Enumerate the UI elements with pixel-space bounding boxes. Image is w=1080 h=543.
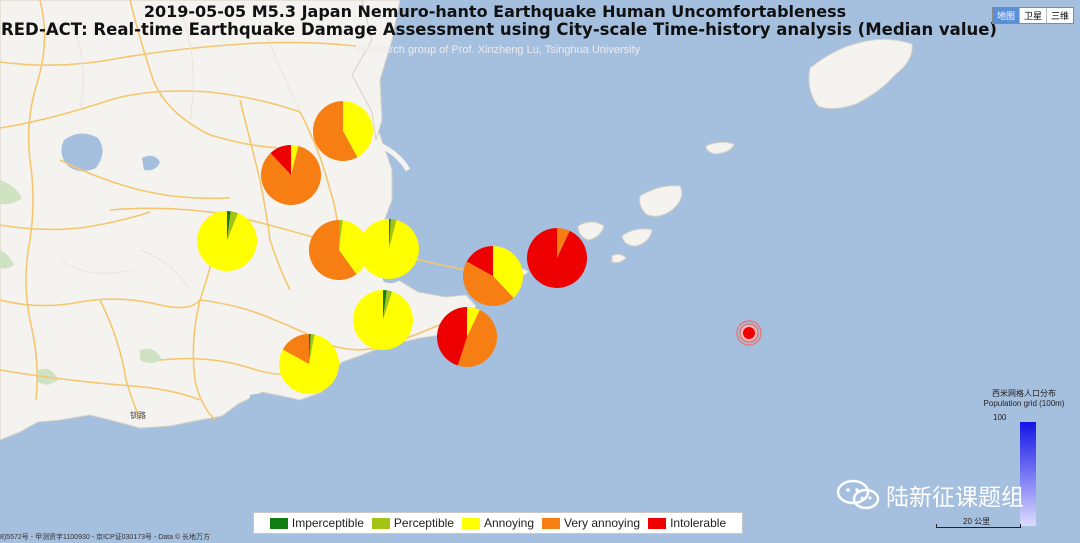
title-line-1: 2019-05-05 M5.3 Japan Nemuro-hanto Earth… xyxy=(143,2,847,21)
basemap[interactable]: 钏路 xyxy=(0,0,1080,543)
legend-item-very-annoying: Very annoying xyxy=(542,516,640,530)
wechat-icon xyxy=(836,479,880,510)
legend-label: Intolerable xyxy=(670,516,727,530)
map-type-button-map[interactable]: 地图 xyxy=(992,8,1020,23)
pie-chart-city-g[interactable] xyxy=(526,228,587,289)
pie-chart-city-c[interactable] xyxy=(197,211,258,271)
population-grid-max-label: 100 xyxy=(993,413,1007,422)
map-type-switcher: 地图 卫星 三维 xyxy=(991,7,1074,24)
pie-chart-city-b[interactable] xyxy=(261,145,322,206)
copyright-text: 8)5572号 - 甲测资字1100930 - 京ICP证030173号 - D… xyxy=(0,534,211,541)
title-line-2: RED-ACT: Real-time Earthquake Damage Ass… xyxy=(1,20,997,39)
map-type-button-satellite[interactable]: 卫星 xyxy=(1020,8,1047,23)
epicenter-marker xyxy=(736,320,762,346)
legend-swatch xyxy=(269,517,288,529)
legend-label: Perceptible xyxy=(393,516,454,530)
pie-chart-city-a[interactable] xyxy=(313,101,374,161)
legend-item-imperceptible: Imperceptible xyxy=(269,516,364,530)
pie-chart-city-i[interactable] xyxy=(436,307,498,368)
legend-item-intolerable: Intolerable xyxy=(648,516,726,530)
legend-label: Annoying xyxy=(483,516,535,530)
legend: Imperceptible Perceptible Annoying Very … xyxy=(253,512,743,534)
legend-swatch xyxy=(371,517,390,529)
credit-text: Research group of Prof. Xinzheng Lu, Tsi… xyxy=(357,44,641,56)
watermark-text: 陆新征课题组 xyxy=(886,485,1024,511)
place-label: 钏路 xyxy=(130,410,146,420)
population-grid-title-en: Population grid (100m) xyxy=(983,399,1065,408)
pie-chart-city-e[interactable] xyxy=(359,219,419,279)
legend-label: Imperceptible xyxy=(291,516,364,530)
population-grid-legend: 西米网格人口分布 Population grid (100m) xyxy=(976,389,1072,409)
pie-slice-annoying xyxy=(353,290,413,351)
pie-chart-city-h[interactable] xyxy=(353,290,413,351)
pie-chart-city-j[interactable] xyxy=(279,334,339,395)
population-grid-title-cn: 西米网格人口分布 xyxy=(992,389,1056,398)
legend-swatch xyxy=(648,517,667,529)
legend-swatch xyxy=(461,517,480,529)
legend-label: Very annoying xyxy=(564,516,641,530)
watermark: 陆新征课题组 xyxy=(836,478,1024,512)
pie-chart-city-f[interactable] xyxy=(462,246,524,307)
legend-swatch xyxy=(542,517,561,529)
map-type-button-3d[interactable]: 三维 xyxy=(1047,8,1073,23)
legend-item-annoying: Annoying xyxy=(461,516,535,530)
pie-slice-annoying xyxy=(359,219,419,279)
scale-bar xyxy=(936,524,1021,528)
legend-item-perceptible: Perceptible xyxy=(371,516,454,530)
pie-slice-intolerable xyxy=(526,228,587,289)
